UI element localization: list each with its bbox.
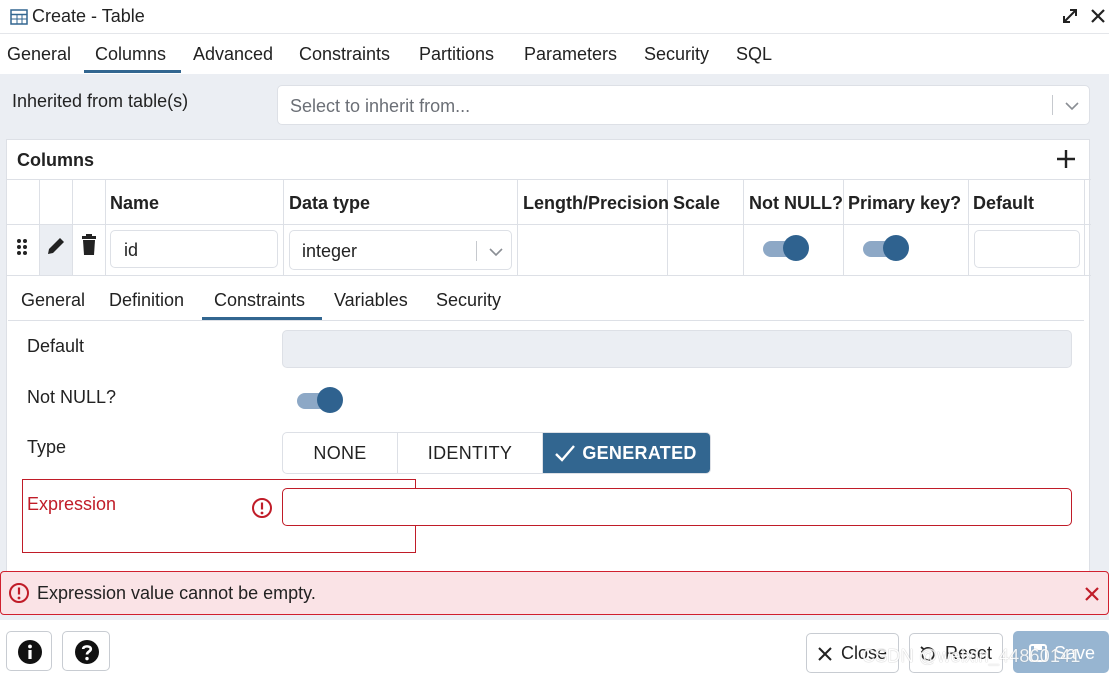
error-alert: Expression value cannot be empty. xyxy=(0,571,1109,615)
inner-tab-general[interactable]: General xyxy=(21,290,85,311)
primary-key-cell xyxy=(844,225,969,275)
columns-grid-header: Name Data type Length/Precision Scale No… xyxy=(7,179,1091,225)
edit-cell xyxy=(40,225,73,275)
chevron-down-icon[interactable] xyxy=(1062,97,1082,115)
table-row: id integer xyxy=(7,225,1091,276)
header-primary-key[interactable]: Primary key? xyxy=(844,180,969,225)
top-tabs: General Columns Advanced Constraints Par… xyxy=(0,36,1109,74)
column-detail-tabs: General Definition Constraints Variables… xyxy=(8,281,1084,321)
expression-input[interactable] xyxy=(282,488,1072,526)
header-not-null[interactable]: Not NULL? xyxy=(744,180,844,225)
type-segmented-control: NONE IDENTITY GENERATED xyxy=(282,432,711,474)
select-separator xyxy=(1052,95,1053,115)
inner-tab-definition[interactable]: Definition xyxy=(109,290,184,311)
type-label: Type xyxy=(27,437,67,457)
not-null-cell xyxy=(744,225,844,275)
info-button[interactable] xyxy=(6,631,52,671)
toggle-knob xyxy=(317,387,343,413)
tab-general[interactable]: General xyxy=(7,44,71,65)
header-data-type[interactable]: Data type xyxy=(284,180,518,225)
add-icon[interactable] xyxy=(1055,148,1077,170)
columns-title: Columns xyxy=(17,150,95,170)
type-generated-button[interactable]: GENERATED xyxy=(543,433,710,473)
toggle-knob xyxy=(883,235,909,261)
inherit-placeholder: Select to inherit from... xyxy=(290,96,471,116)
tab-partitions[interactable]: Partitions xyxy=(419,44,494,65)
column-default-input[interactable] xyxy=(974,230,1080,268)
close-icon[interactable] xyxy=(1088,6,1108,26)
data-type-select[interactable]: integer xyxy=(289,230,512,270)
inherit-select[interactable]: Select to inherit from... xyxy=(277,85,1090,125)
header-scale[interactable]: Scale xyxy=(668,180,744,225)
header-drag xyxy=(7,180,40,225)
active-inner-tab-indicator xyxy=(202,317,322,320)
trash-icon[interactable] xyxy=(80,234,98,256)
dialog-titlebar: Create - Table xyxy=(0,0,1109,34)
column-name-input[interactable]: id xyxy=(110,230,278,268)
primary-key-toggle[interactable] xyxy=(863,235,909,261)
error-message: Expression value cannot be empty. xyxy=(37,583,316,603)
header-length-precision[interactable]: Length/Precision xyxy=(518,180,669,225)
type-identity-button[interactable]: IDENTITY xyxy=(398,433,543,473)
header-delete xyxy=(73,180,106,225)
drag-handle-icon[interactable] xyxy=(15,237,29,257)
dialog-title: Create - Table xyxy=(32,6,145,26)
tab-sql[interactable]: SQL xyxy=(736,44,772,65)
watermark-text: CSDN @weixin_44860141 xyxy=(862,646,1081,666)
tab-security[interactable]: Security xyxy=(644,44,709,65)
toggle-knob xyxy=(783,235,809,261)
help-icon xyxy=(75,640,99,664)
delete-cell xyxy=(73,225,106,275)
header-name[interactable]: Name xyxy=(106,180,284,225)
data-type-value: integer xyxy=(302,241,358,261)
not-null-toggle[interactable] xyxy=(763,235,809,261)
data-type-cell: integer xyxy=(284,225,518,275)
not-null-toggle[interactable] xyxy=(297,387,343,413)
type-none-button[interactable]: NONE xyxy=(283,433,398,473)
scale-cell[interactable] xyxy=(668,225,744,275)
default-input[interactable] xyxy=(282,330,1072,368)
error-icon xyxy=(9,583,29,603)
pencil-icon[interactable] xyxy=(45,235,67,257)
chevron-down-icon[interactable] xyxy=(486,243,506,261)
active-tab-indicator xyxy=(84,70,181,73)
close-icon[interactable] xyxy=(1083,585,1101,603)
tab-columns[interactable]: Columns xyxy=(95,44,166,65)
default-label: Default xyxy=(27,336,85,356)
table-icon xyxy=(10,9,28,25)
check-icon xyxy=(555,445,575,462)
default-cell xyxy=(969,225,1085,275)
tab-constraints[interactable]: Constraints xyxy=(299,44,390,65)
inner-tab-variables[interactable]: Variables xyxy=(334,290,408,311)
tab-advanced[interactable]: Advanced xyxy=(193,44,273,65)
not-null-label: Not NULL? xyxy=(27,387,117,407)
tab-parameters[interactable]: Parameters xyxy=(524,44,617,65)
header-edit xyxy=(40,180,73,225)
header-default[interactable]: Default xyxy=(969,180,1085,225)
help-button[interactable] xyxy=(62,631,110,671)
select-separator xyxy=(476,241,477,261)
inner-tab-security[interactable]: Security xyxy=(436,290,501,311)
length-cell[interactable] xyxy=(518,225,668,275)
name-cell: id xyxy=(106,225,284,275)
inherit-label: Inherited from table(s) xyxy=(12,91,189,111)
close-icon xyxy=(818,647,832,661)
drag-cell xyxy=(7,225,40,275)
info-icon xyxy=(18,640,42,664)
inner-tab-constraints[interactable]: Constraints xyxy=(214,290,305,311)
expand-icon[interactable] xyxy=(1060,6,1080,26)
type-generated-label: GENERATED xyxy=(582,443,697,463)
